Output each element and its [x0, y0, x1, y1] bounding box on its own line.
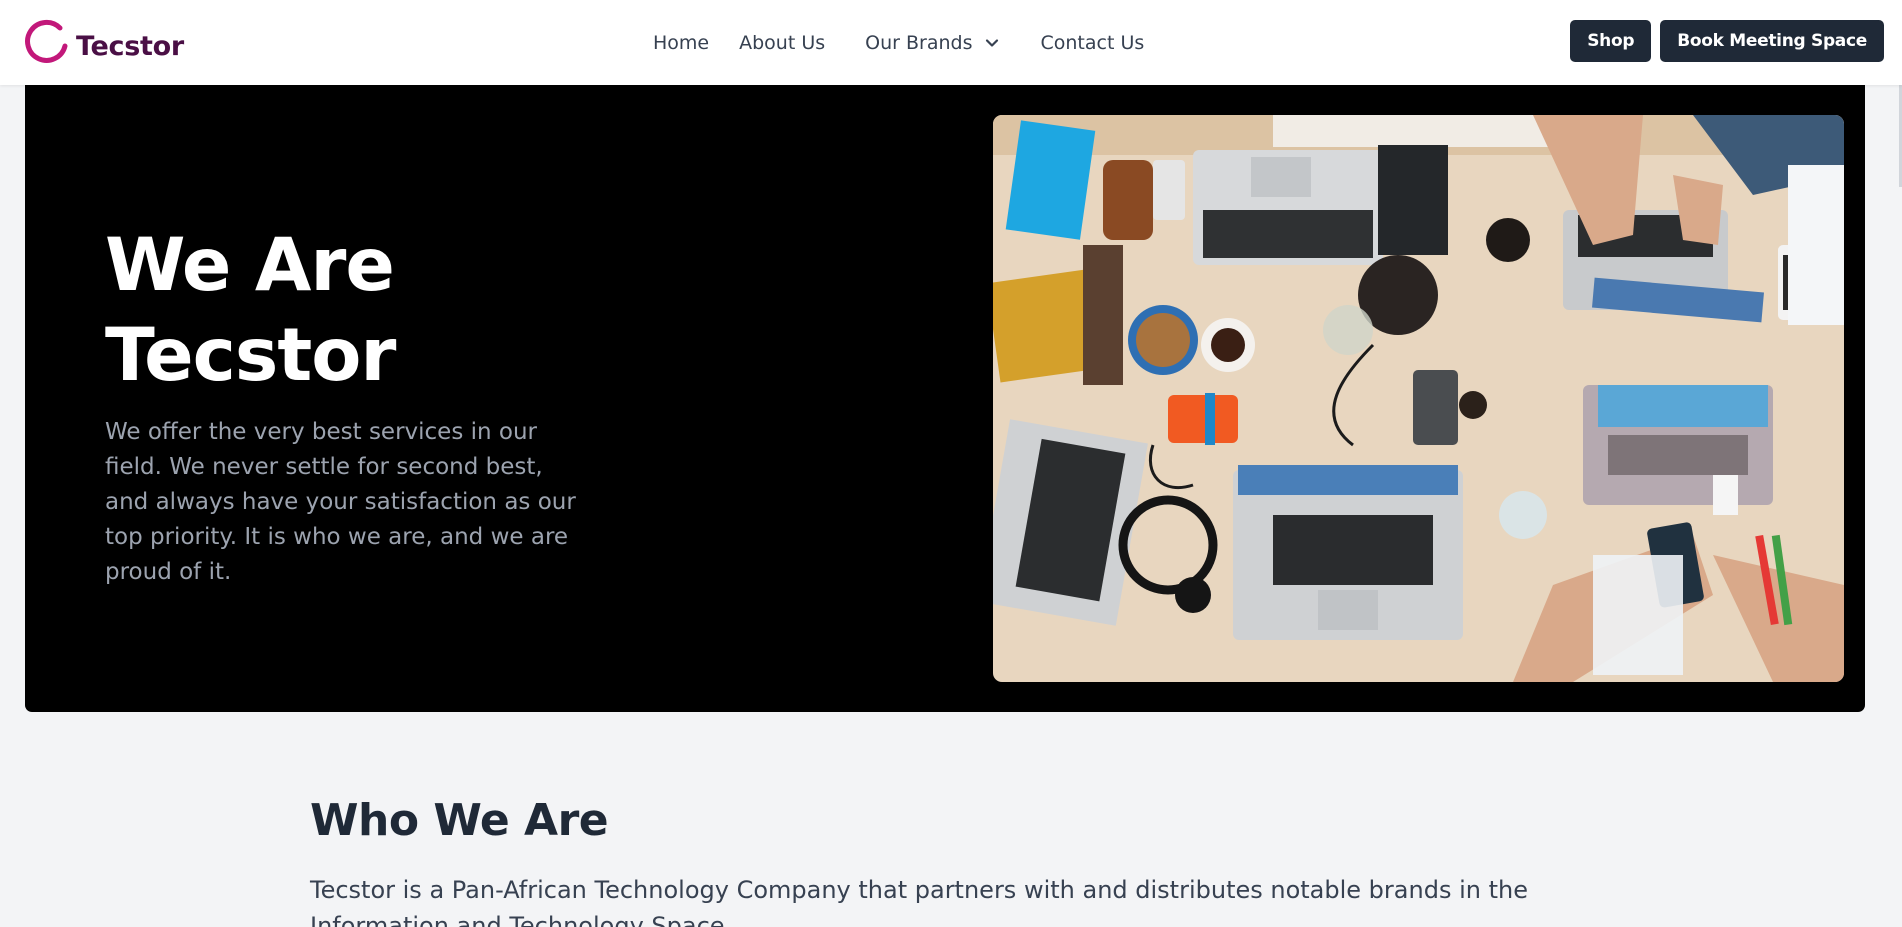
tecstor-ring-logo-icon — [25, 19, 68, 63]
desk-workspace-illustration — [993, 115, 1844, 682]
hero-title-line-1: We Are — [105, 223, 395, 308]
hero-title-line-2: Tecstor — [105, 313, 396, 398]
chevron-down-icon — [986, 38, 999, 47]
who-we-are-description: Tecstor is a Pan-African Technology Comp… — [310, 876, 1528, 927]
nav-our-brands-label: Our Brands — [865, 31, 973, 54]
brand-logo[interactable]: Tecstor — [24, 16, 184, 64]
hero-description: We offer the very best services in our f… — [105, 419, 576, 585]
main-nav: Home About Us Our Brands Contact Us — [653, 0, 1144, 85]
hero-title: We Are Tecstor — [105, 221, 605, 401]
nav-contact-us[interactable]: Contact Us — [1040, 32, 1144, 54]
book-meeting-space-button[interactable]: Book Meeting Space — [1660, 20, 1884, 62]
shop-button[interactable]: Shop — [1570, 20, 1652, 62]
nav-about-us[interactable]: About Us — [739, 32, 825, 54]
hero-image — [993, 115, 1844, 682]
top-navbar: Tecstor Home About Us Our Brands Contact… — [0, 0, 1902, 85]
brand-name: Tecstor — [76, 31, 184, 62]
who-we-are-title: Who We Are — [310, 795, 609, 846]
nav-home[interactable]: Home — [653, 32, 709, 54]
hero-section: We Are Tecstor We offer the very best se… — [25, 85, 1865, 712]
nav-our-brands[interactable]: Our Brands — [865, 32, 1000, 54]
nav-buttons: Shop Book Meeting Space — [1570, 20, 1884, 62]
